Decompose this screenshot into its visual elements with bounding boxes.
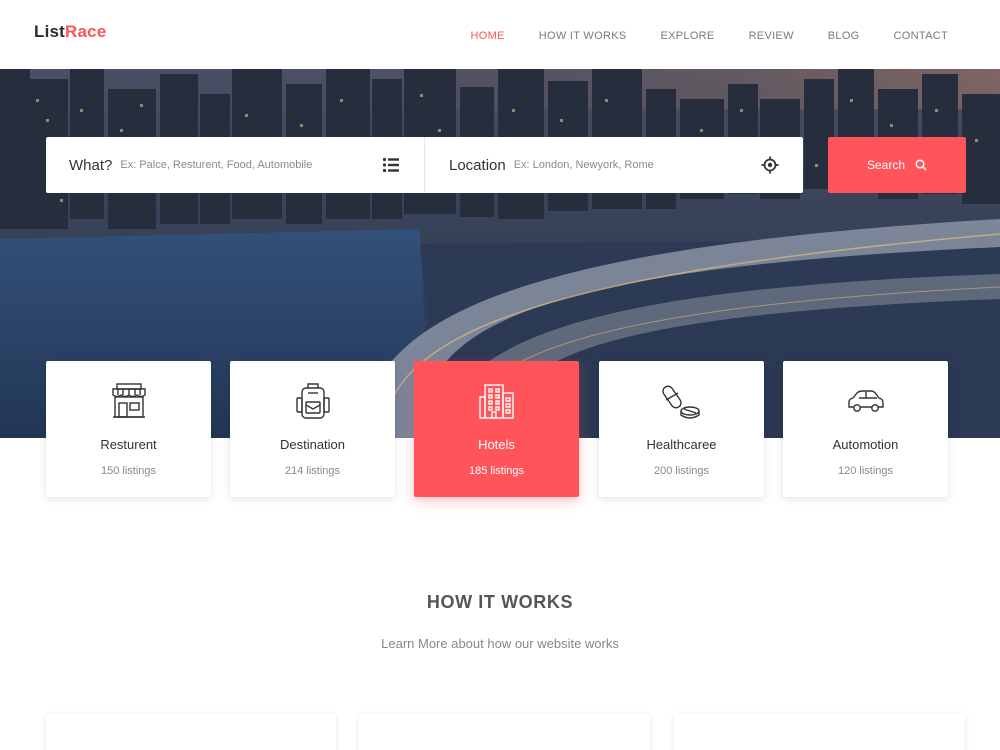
what-label: What? — [69, 156, 113, 174]
category-card-destination[interactable]: Destination 214 listings — [230, 361, 395, 497]
nav-how-it-works[interactable]: HOW IT WORKS — [539, 30, 627, 42]
location-field[interactable]: Location — [425, 137, 803, 193]
nav-review[interactable]: REVIEW — [749, 30, 794, 42]
step-card — [674, 714, 965, 750]
nav-home[interactable]: HOME — [471, 30, 505, 42]
search-bar: What? Location — [46, 137, 803, 193]
brand-logo[interactable]: ListRace — [34, 22, 106, 42]
backpack-icon — [295, 383, 330, 419]
pills-icon — [661, 385, 700, 419]
category-count: 150 listings — [100, 465, 157, 477]
main-nav: HOME HOW IT WORKS EXPLORE REVIEW BLOG CO… — [437, 30, 948, 42]
search-button[interactable]: Search — [828, 137, 966, 193]
category-count: 200 listings — [653, 465, 710, 477]
category-name: Hotels — [478, 437, 515, 452]
section-subtitle: Learn More about how our website works — [381, 636, 619, 651]
category-card-healthcaree[interactable]: Healthcaree 200 listings — [599, 361, 764, 497]
brand-logo-part1: List — [34, 22, 66, 41]
list-icon[interactable] — [382, 156, 400, 174]
crosshair-icon[interactable] — [761, 156, 779, 174]
category-count: 214 listings — [284, 465, 341, 477]
nav-explore[interactable]: EXPLORE — [660, 30, 714, 42]
nav-contact[interactable]: CONTACT — [894, 30, 948, 42]
car-icon — [847, 390, 884, 412]
category-card-resturent[interactable]: Resturent 150 listings — [46, 361, 211, 497]
what-input[interactable] — [120, 159, 371, 171]
category-count: 120 listings — [837, 465, 894, 477]
shop-icon — [111, 383, 146, 418]
category-name: Healthcaree — [646, 437, 717, 452]
nav-blog[interactable]: BLOG — [828, 30, 860, 42]
category-count: 185 listings — [468, 465, 525, 477]
step-card — [46, 714, 336, 750]
category-name: Resturent — [100, 437, 157, 452]
step-card — [359, 714, 650, 750]
section-title: HOW IT WORKS — [426, 592, 574, 612]
category-card-automotion[interactable]: Automotion 120 listings — [783, 361, 948, 497]
category-name: Automotion — [832, 437, 899, 452]
location-input[interactable] — [513, 159, 764, 171]
site-header: ListRace HOME HOW IT WORKS EXPLORE REVIE… — [0, 0, 1000, 69]
category-card-hotels[interactable]: Hotels 185 listings — [414, 361, 579, 497]
location-label: Location — [449, 156, 506, 174]
what-field[interactable]: What? — [46, 137, 425, 193]
search-icon — [915, 159, 927, 171]
building-icon — [478, 384, 514, 419]
search-button-label: Search — [866, 158, 906, 172]
category-name: Destination — [279, 437, 346, 452]
brand-logo-part2: Race — [65, 22, 107, 41]
